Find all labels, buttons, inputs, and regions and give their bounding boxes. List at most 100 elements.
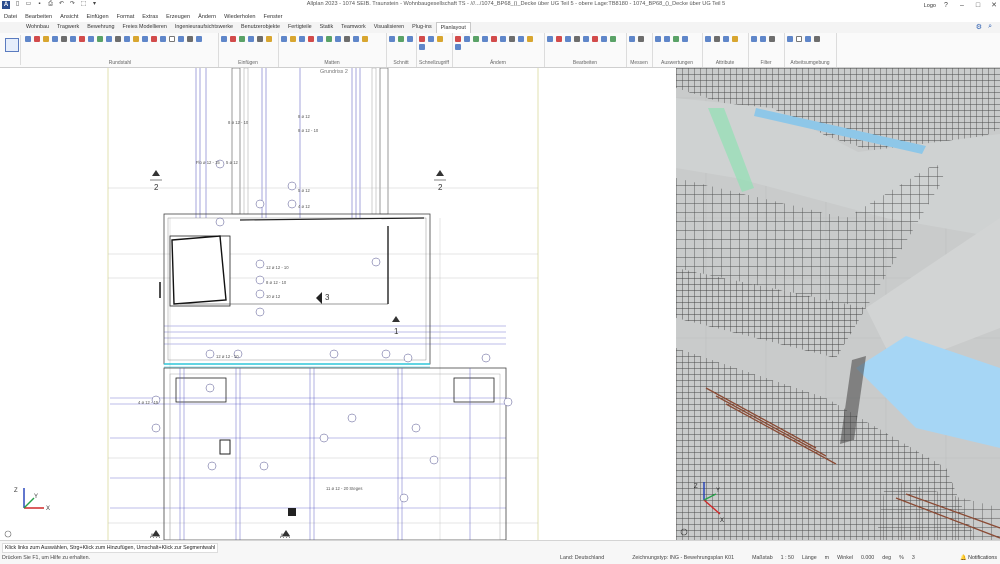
menu-item-erzeugen[interactable]: Erzeugen bbox=[162, 14, 194, 20]
filter-icon[interactable] bbox=[751, 36, 757, 42]
rebar-stirrup-icon[interactable] bbox=[124, 36, 130, 42]
ribbon-main-tool[interactable] bbox=[2, 35, 21, 65]
list-icon[interactable] bbox=[664, 36, 670, 42]
tab-fertigteile[interactable]: Fertigteile bbox=[284, 22, 316, 33]
mesh-edge-icon[interactable] bbox=[326, 36, 332, 42]
rebar-straight-icon[interactable] bbox=[88, 36, 94, 42]
insert-rebar-icon[interactable] bbox=[230, 36, 236, 42]
rotate-icon[interactable] bbox=[473, 36, 479, 42]
mirror-icon[interactable] bbox=[482, 36, 488, 42]
attribute-tag-icon[interactable] bbox=[732, 36, 738, 42]
angle-unit[interactable]: deg bbox=[882, 555, 891, 561]
mesh-icon[interactable] bbox=[281, 36, 287, 42]
undo-icon[interactable]: ↶ bbox=[58, 1, 65, 8]
plan-drawing[interactable]: 2 2 1 3 A-A A-A 8 ø 12 - 10 8 ø 12 8 ø 1… bbox=[0, 68, 676, 540]
mesh-list-icon[interactable] bbox=[335, 36, 341, 42]
rebar-edge-icon[interactable] bbox=[97, 36, 103, 42]
join-icon[interactable] bbox=[455, 44, 461, 50]
stretch-icon[interactable] bbox=[509, 36, 515, 42]
new-file-icon[interactable]: ▯ bbox=[14, 1, 21, 8]
edit-icon[interactable] bbox=[547, 36, 553, 42]
mesh-lap-icon[interactable] bbox=[353, 36, 359, 42]
menu-item-ansicht[interactable]: Ansicht bbox=[56, 14, 82, 20]
minimize-icon[interactable]: – bbox=[956, 0, 968, 11]
menu-item-format[interactable]: Format bbox=[113, 14, 139, 20]
tab-bewehrung[interactable]: Bewehrung bbox=[83, 22, 118, 33]
mesh-label-icon[interactable] bbox=[344, 36, 350, 42]
mesh-place-icon[interactable] bbox=[290, 36, 296, 42]
insert-mesh-icon[interactable] bbox=[248, 36, 254, 42]
search-icon[interactable]: ⌕ bbox=[988, 23, 992, 31]
rebar-shape-icon[interactable] bbox=[34, 36, 40, 42]
mesh-area-icon[interactable] bbox=[299, 36, 305, 42]
workspace-icon[interactable] bbox=[787, 36, 793, 42]
quick-pick-icon[interactable] bbox=[428, 36, 434, 42]
notifications-button[interactable]: 🔔 Notifications bbox=[960, 555, 997, 561]
tab-freies-modellieren[interactable]: Freies Modellieren bbox=[119, 22, 171, 33]
drawing-type-field[interactable]: Zeichnungstyp: ING - Bewehrungsplan K01 bbox=[632, 555, 734, 561]
rebar-view-icon[interactable] bbox=[160, 36, 166, 42]
filter-clear-icon[interactable] bbox=[769, 36, 775, 42]
viewport-icon[interactable] bbox=[796, 36, 802, 42]
close-icon[interactable]: ✕ bbox=[988, 0, 1000, 11]
tab-statik[interactable]: Statik bbox=[316, 22, 337, 33]
mesh-cut-icon[interactable] bbox=[308, 36, 314, 42]
menu-item-extras[interactable]: Extras bbox=[138, 14, 162, 20]
report-icon[interactable] bbox=[655, 36, 661, 42]
section-icon[interactable] bbox=[389, 36, 395, 42]
attribute-filter-icon[interactable] bbox=[723, 36, 729, 42]
edit-group-icon[interactable] bbox=[610, 36, 616, 42]
quick-edit-icon[interactable] bbox=[419, 44, 425, 50]
rebar-area-icon[interactable] bbox=[106, 36, 112, 42]
insert-text-icon[interactable] bbox=[257, 36, 263, 42]
length-value[interactable]: m bbox=[825, 555, 829, 561]
layout-icon[interactable] bbox=[805, 36, 811, 42]
edit-delete-icon[interactable] bbox=[556, 36, 562, 42]
edit-format-icon[interactable] bbox=[565, 36, 571, 42]
tab-visualisieren[interactable]: Visualisieren bbox=[370, 22, 408, 33]
save-icon[interactable]: ▪ bbox=[36, 1, 43, 8]
plan-viewport[interactable]: 2 2 1 3 A-A A-A 8 ø 12 - 10 8 ø 12 8 ø 1… bbox=[0, 68, 676, 540]
rebar-spacer-icon[interactable] bbox=[115, 36, 121, 42]
close-x-icon[interactable] bbox=[592, 36, 598, 42]
edit-match-icon[interactable] bbox=[583, 36, 589, 42]
angle-value[interactable]: 0.000 bbox=[861, 555, 874, 561]
tab-benutzerobjekte[interactable]: Benutzerobjekte bbox=[237, 22, 284, 33]
menu-item-datei[interactable]: Datei bbox=[0, 14, 21, 20]
select-icon[interactable]: ⬚ bbox=[80, 1, 87, 8]
edit-properties-icon[interactable] bbox=[574, 36, 580, 42]
offset-icon[interactable] bbox=[527, 36, 533, 42]
export-icon[interactable] bbox=[682, 36, 688, 42]
rebar-label-icon[interactable] bbox=[178, 36, 184, 42]
rebar-bend-icon[interactable] bbox=[52, 36, 58, 42]
tab-ingenieuraufsichtswerke[interactable]: Ingenieuraufsichtswerke bbox=[171, 22, 237, 33]
edit-layer-icon[interactable] bbox=[601, 36, 607, 42]
rebar-list-icon[interactable] bbox=[196, 36, 202, 42]
tab-tragwerk[interactable]: Tragwerk bbox=[53, 22, 83, 33]
maximize-icon[interactable]: □ bbox=[972, 0, 984, 11]
rebar-loop-icon[interactable] bbox=[70, 36, 76, 42]
rebar-circle-icon[interactable] bbox=[169, 36, 175, 42]
menu-item-bearbeiten[interactable]: Bearbeiten bbox=[21, 14, 56, 20]
view-navigation-icon[interactable] bbox=[4, 530, 12, 538]
filter-select-icon[interactable] bbox=[760, 36, 766, 42]
logo-button[interactable]: Logo bbox=[924, 3, 936, 9]
tab-teamwork[interactable]: Teamwork bbox=[337, 22, 370, 33]
copy-icon[interactable] bbox=[500, 36, 506, 42]
measure-angle-icon[interactable] bbox=[638, 36, 644, 42]
insert-icon[interactable] bbox=[221, 36, 227, 42]
open-folder-icon[interactable]: ▭ bbox=[25, 1, 32, 8]
redo-icon[interactable]: ↷ bbox=[69, 1, 76, 8]
menu-item-einfuegen[interactable]: Einfügen bbox=[82, 14, 112, 20]
rebar-place-icon[interactable] bbox=[43, 36, 49, 42]
print-icon[interactable]: ⎙ bbox=[47, 1, 54, 8]
move-icon[interactable] bbox=[464, 36, 470, 42]
quick-filter-icon[interactable] bbox=[437, 36, 443, 42]
rebar-dim-icon[interactable] bbox=[187, 36, 193, 42]
help-icon[interactable]: ? bbox=[940, 0, 952, 11]
section-view-icon[interactable] bbox=[398, 36, 404, 42]
rebar-hook-icon[interactable] bbox=[61, 36, 67, 42]
attribute-icon[interactable] bbox=[705, 36, 711, 42]
measure-icon[interactable] bbox=[629, 36, 635, 42]
rebar-link-icon[interactable] bbox=[79, 36, 85, 42]
